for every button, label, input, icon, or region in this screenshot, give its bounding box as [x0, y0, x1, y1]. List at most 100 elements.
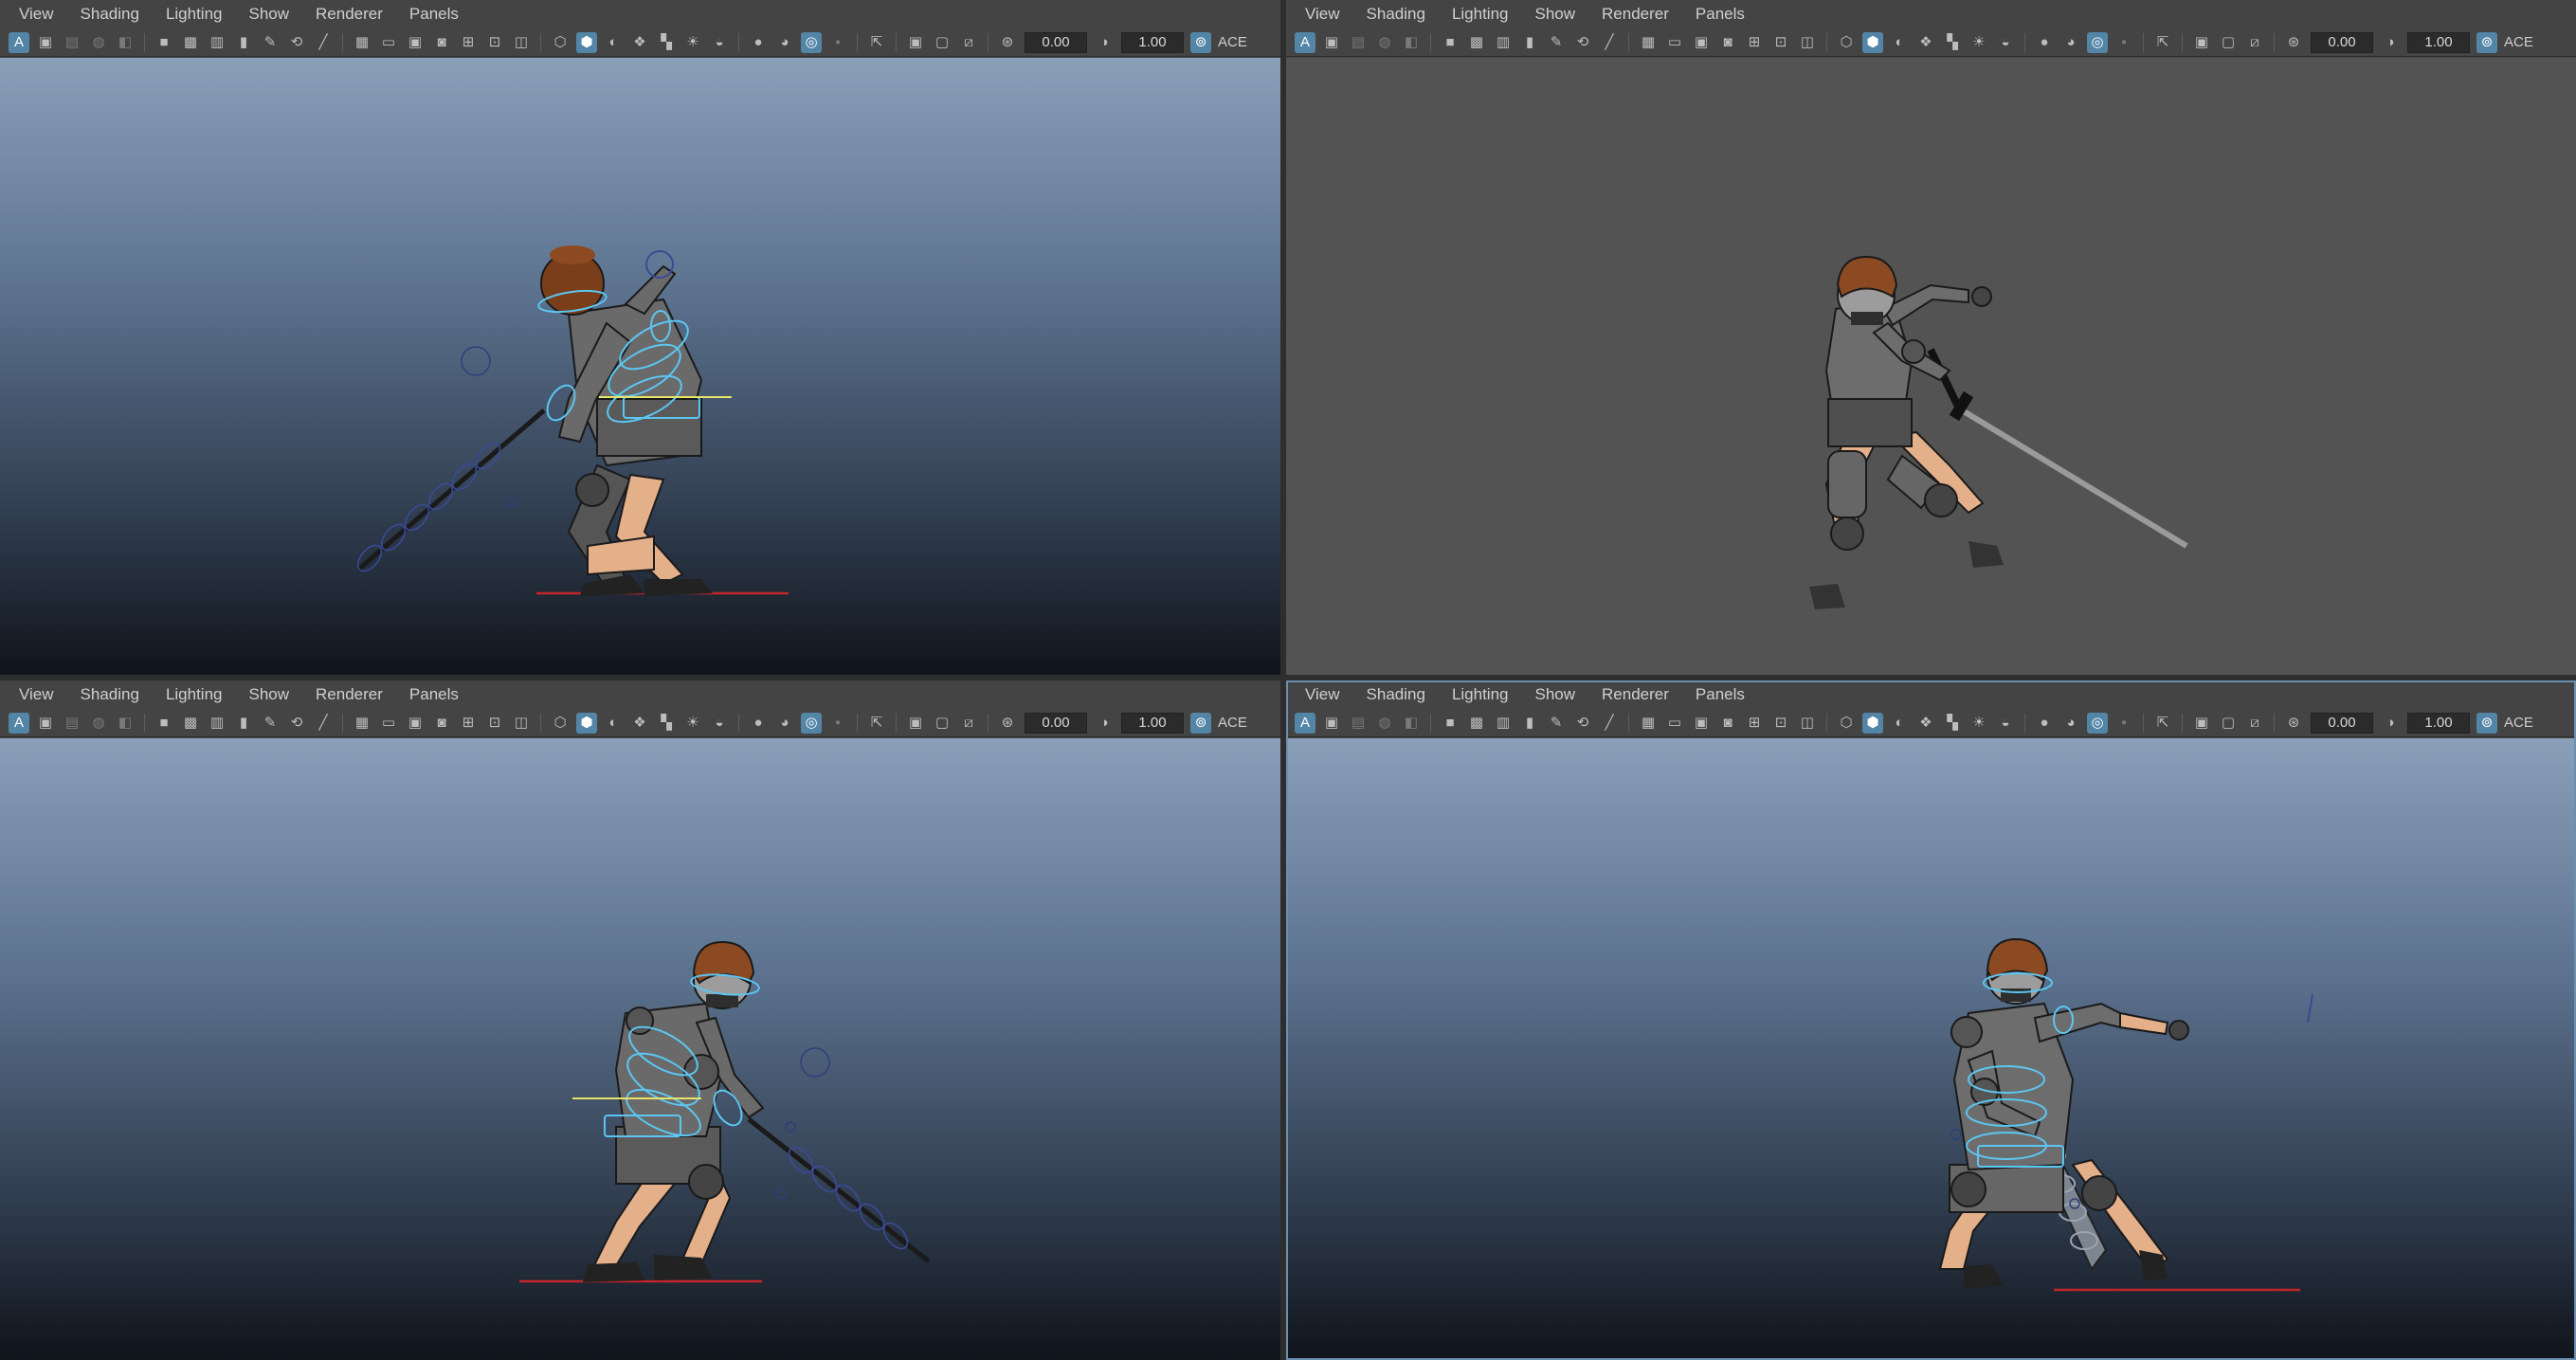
- gamma-icon[interactable]: ◑: [1094, 713, 1115, 734]
- bookmark-icon[interactable]: ▮: [233, 713, 254, 734]
- gamma-icon[interactable]: ◑: [2380, 32, 2401, 53]
- grid-icon[interactable]: ▦: [1638, 32, 1659, 53]
- menu-renderer[interactable]: Renderer: [1588, 680, 1682, 709]
- exposure-icon[interactable]: ⊛: [2283, 32, 2304, 53]
- smooth-shade-icon[interactable]: ⬢: [1862, 31, 1883, 53]
- color-management-icon[interactable]: ⊚: [1190, 31, 1211, 53]
- isolate-select-icon[interactable]: ⇱: [2152, 32, 2173, 53]
- film-gate-icon[interactable]: ▭: [378, 32, 399, 53]
- menu-renderer[interactable]: Renderer: [302, 0, 396, 28]
- gamma-icon[interactable]: ◑: [2380, 713, 2401, 734]
- smooth-shade-icon[interactable]: ⬢: [576, 31, 597, 53]
- lighting-icon[interactable]: ☀: [682, 713, 703, 734]
- viewport-canvas[interactable]: [1286, 58, 2576, 675]
- viewport-panel-top-right[interactable]: View Shading Lighting Show Renderer Pane…: [1286, 0, 2576, 675]
- menu-lighting[interactable]: Lighting: [1439, 0, 1522, 28]
- screen-ambient-occlusion-icon[interactable]: ●: [748, 32, 769, 53]
- gate-mask-icon[interactable]: ◙: [1717, 32, 1738, 53]
- isolate-select-icon[interactable]: ⇱: [866, 713, 887, 734]
- textured-icon[interactable]: ❖: [1915, 713, 1936, 734]
- safe-title-icon[interactable]: ◫: [1797, 713, 1818, 734]
- menu-shading[interactable]: Shading: [67, 680, 153, 709]
- image-plane-icon[interactable]: ◍: [88, 713, 109, 734]
- lighting-icon[interactable]: ☀: [682, 32, 703, 53]
- 2d-pan-zoom-icon[interactable]: ⟲: [1572, 713, 1593, 734]
- image-plane-icon[interactable]: ◍: [1374, 32, 1395, 53]
- default-material-icon[interactable]: ◐: [603, 713, 624, 734]
- 2d-pan-zoom-icon[interactable]: ⟲: [1572, 32, 1593, 53]
- color-management-icon[interactable]: ⊚: [2476, 31, 2497, 53]
- brush-icon[interactable]: ╱: [1599, 32, 1620, 53]
- resolution-gate-icon[interactable]: ▣: [405, 32, 426, 53]
- textured-icon[interactable]: ❖: [629, 713, 650, 734]
- safe-action-icon[interactable]: ⊡: [484, 32, 505, 53]
- menu-shading[interactable]: Shading: [1353, 0, 1439, 28]
- film-gate-icon[interactable]: ▭: [378, 713, 399, 734]
- anti-aliasing-icon[interactable]: ◎: [801, 712, 822, 734]
- viewport-panel-bottom-left[interactable]: View Shading Lighting Show Renderer Pane…: [0, 680, 1280, 1360]
- checker-icon[interactable]: ▚: [656, 713, 677, 734]
- checker-icon[interactable]: ▚: [1942, 32, 1963, 53]
- camera-icon[interactable]: ■: [1440, 713, 1460, 734]
- color-space-label[interactable]: ACE: [1218, 715, 1247, 731]
- wireframe-icon[interactable]: ⬡: [550, 32, 571, 53]
- safe-action-icon[interactable]: ⊡: [1770, 32, 1791, 53]
- safe-action-icon[interactable]: ⊡: [484, 713, 505, 734]
- xray-icon[interactable]: ▣: [905, 713, 926, 734]
- bookmark-icon[interactable]: ▮: [1519, 32, 1540, 53]
- camera-icon[interactable]: ◧: [115, 32, 136, 53]
- camera-icon[interactable]: ■: [154, 32, 174, 53]
- xray-active-icon[interactable]: ▢: [2218, 713, 2239, 734]
- smooth-shade-icon[interactable]: ⬢: [1862, 712, 1883, 734]
- select-camera-icon[interactable]: A: [1295, 712, 1315, 734]
- grease-pencil-icon[interactable]: ✎: [1546, 32, 1567, 53]
- menu-lighting[interactable]: Lighting: [153, 680, 236, 709]
- color-management-icon[interactable]: ⊚: [2476, 712, 2497, 734]
- bookmarks-icon[interactable]: ▤: [1348, 32, 1369, 53]
- exposure-field[interactable]: 0.00: [2311, 712, 2373, 734]
- grease-pencil-icon[interactable]: ✎: [260, 32, 281, 53]
- isolate-select-icon[interactable]: ⇱: [866, 32, 887, 53]
- menu-view[interactable]: View: [1292, 0, 1353, 28]
- exposure-field[interactable]: 0.00: [1025, 712, 1087, 734]
- depth-of-field-icon[interactable]: ▪: [2113, 713, 2134, 734]
- 2d-pan-zoom-icon[interactable]: ⟲: [286, 713, 307, 734]
- menu-show[interactable]: Show: [236, 0, 303, 28]
- anti-aliasing-icon[interactable]: ◎: [2087, 31, 2108, 53]
- safe-action-icon[interactable]: ⊡: [1770, 713, 1791, 734]
- camera-attributes-icon[interactable]: ▣: [35, 713, 56, 734]
- default-material-icon[interactable]: ◐: [1889, 713, 1910, 734]
- gate-mask-icon[interactable]: ◙: [431, 32, 452, 53]
- menu-view[interactable]: View: [6, 680, 67, 709]
- image-plane-icon[interactable]: ◍: [88, 32, 109, 53]
- camera-attributes-icon[interactable]: ▣: [1321, 713, 1342, 734]
- menu-shading[interactable]: Shading: [67, 0, 153, 28]
- color-space-label[interactable]: ACE: [2504, 34, 2533, 50]
- anti-aliasing-icon[interactable]: ◎: [801, 31, 822, 53]
- menu-show[interactable]: Show: [1522, 0, 1589, 28]
- camera-icon[interactable]: ■: [154, 713, 174, 734]
- motion-blur-icon[interactable]: ◕: [2060, 713, 2081, 734]
- menu-panels[interactable]: Panels: [1682, 0, 1758, 28]
- depth-of-field-icon[interactable]: ▪: [2113, 32, 2134, 53]
- menu-show[interactable]: Show: [236, 680, 303, 709]
- field-chart-icon[interactable]: ⊞: [1744, 713, 1765, 734]
- gamma-icon[interactable]: ◑: [1094, 32, 1115, 53]
- xray-icon[interactable]: ▣: [2191, 713, 2212, 734]
- exposure-icon[interactable]: ⊛: [997, 32, 1018, 53]
- menu-panels[interactable]: Panels: [1682, 680, 1758, 709]
- film-gate-icon[interactable]: ▭: [1664, 32, 1685, 53]
- 2d-pan-zoom-icon[interactable]: ⟲: [286, 32, 307, 53]
- color-space-label[interactable]: ACE: [1218, 34, 1247, 50]
- camera-attributes-icon[interactable]: ▣: [1321, 32, 1342, 53]
- camera-attributes-icon[interactable]: ▩: [1466, 32, 1487, 53]
- gamma-field[interactable]: 1.00: [1121, 31, 1184, 53]
- menu-lighting[interactable]: Lighting: [1439, 680, 1522, 709]
- grease-pencil-icon[interactable]: ✎: [260, 713, 281, 734]
- film-gate-icon[interactable]: ▭: [1664, 713, 1685, 734]
- textured-icon[interactable]: ❖: [629, 32, 650, 53]
- gamma-field[interactable]: 1.00: [1121, 712, 1184, 734]
- bookmarks-icon[interactable]: ▥: [207, 32, 227, 53]
- shadows-icon[interactable]: ◒: [709, 32, 730, 53]
- bookmarks-icon[interactable]: ▤: [62, 713, 82, 734]
